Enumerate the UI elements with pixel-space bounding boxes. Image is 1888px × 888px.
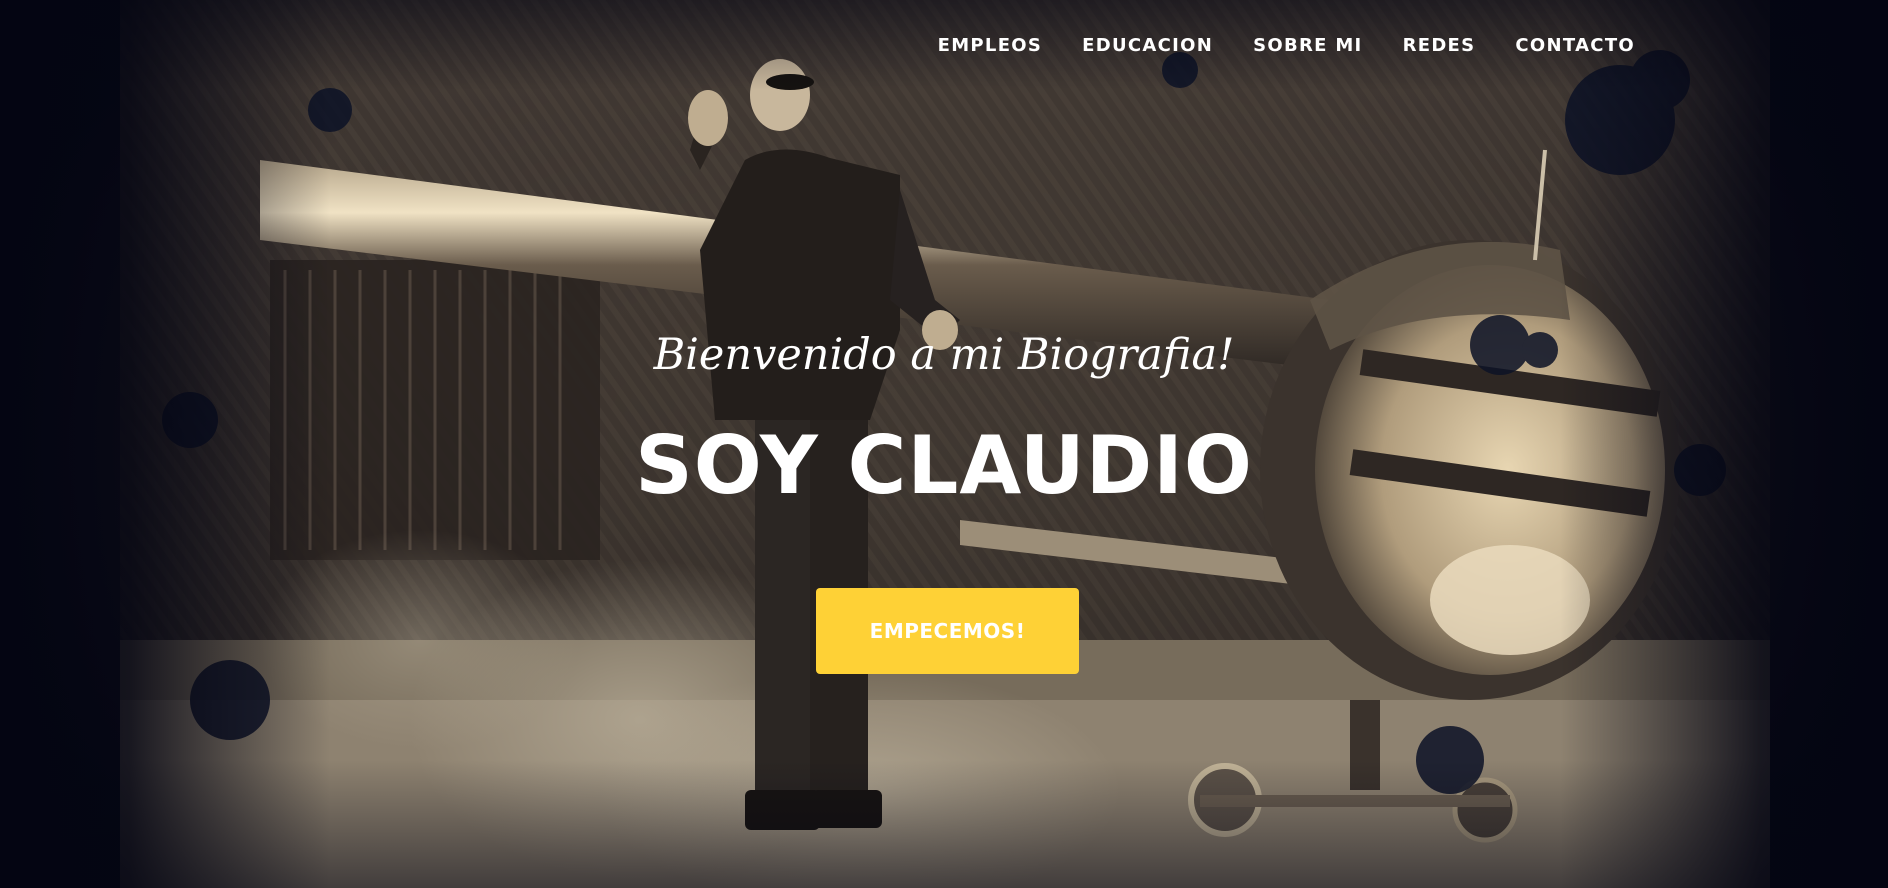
hero-heading: SOY CLAUDIO <box>635 419 1253 512</box>
nav-item-redes[interactable]: REDES <box>1403 32 1476 60</box>
hero-intro-text: Bienvenido a mi Biografia! <box>653 330 1235 380</box>
nav-item-educacion[interactable]: EDUCACION <box>1082 32 1213 60</box>
hero-section: EMPLEOS EDUCACION SOBRE MI REDES CONTACT… <box>0 0 1888 888</box>
start-button[interactable]: EMPECEMOS! <box>816 588 1079 674</box>
nav-item-empleos[interactable]: EMPLEOS <box>938 32 1043 60</box>
nav-item-contacto[interactable]: CONTACTO <box>1515 32 1635 60</box>
nav-item-sobre-mi[interactable]: SOBRE MI <box>1253 32 1362 60</box>
main-navigation: EMPLEOS EDUCACION SOBRE MI REDES CONTACT… <box>938 32 1635 60</box>
